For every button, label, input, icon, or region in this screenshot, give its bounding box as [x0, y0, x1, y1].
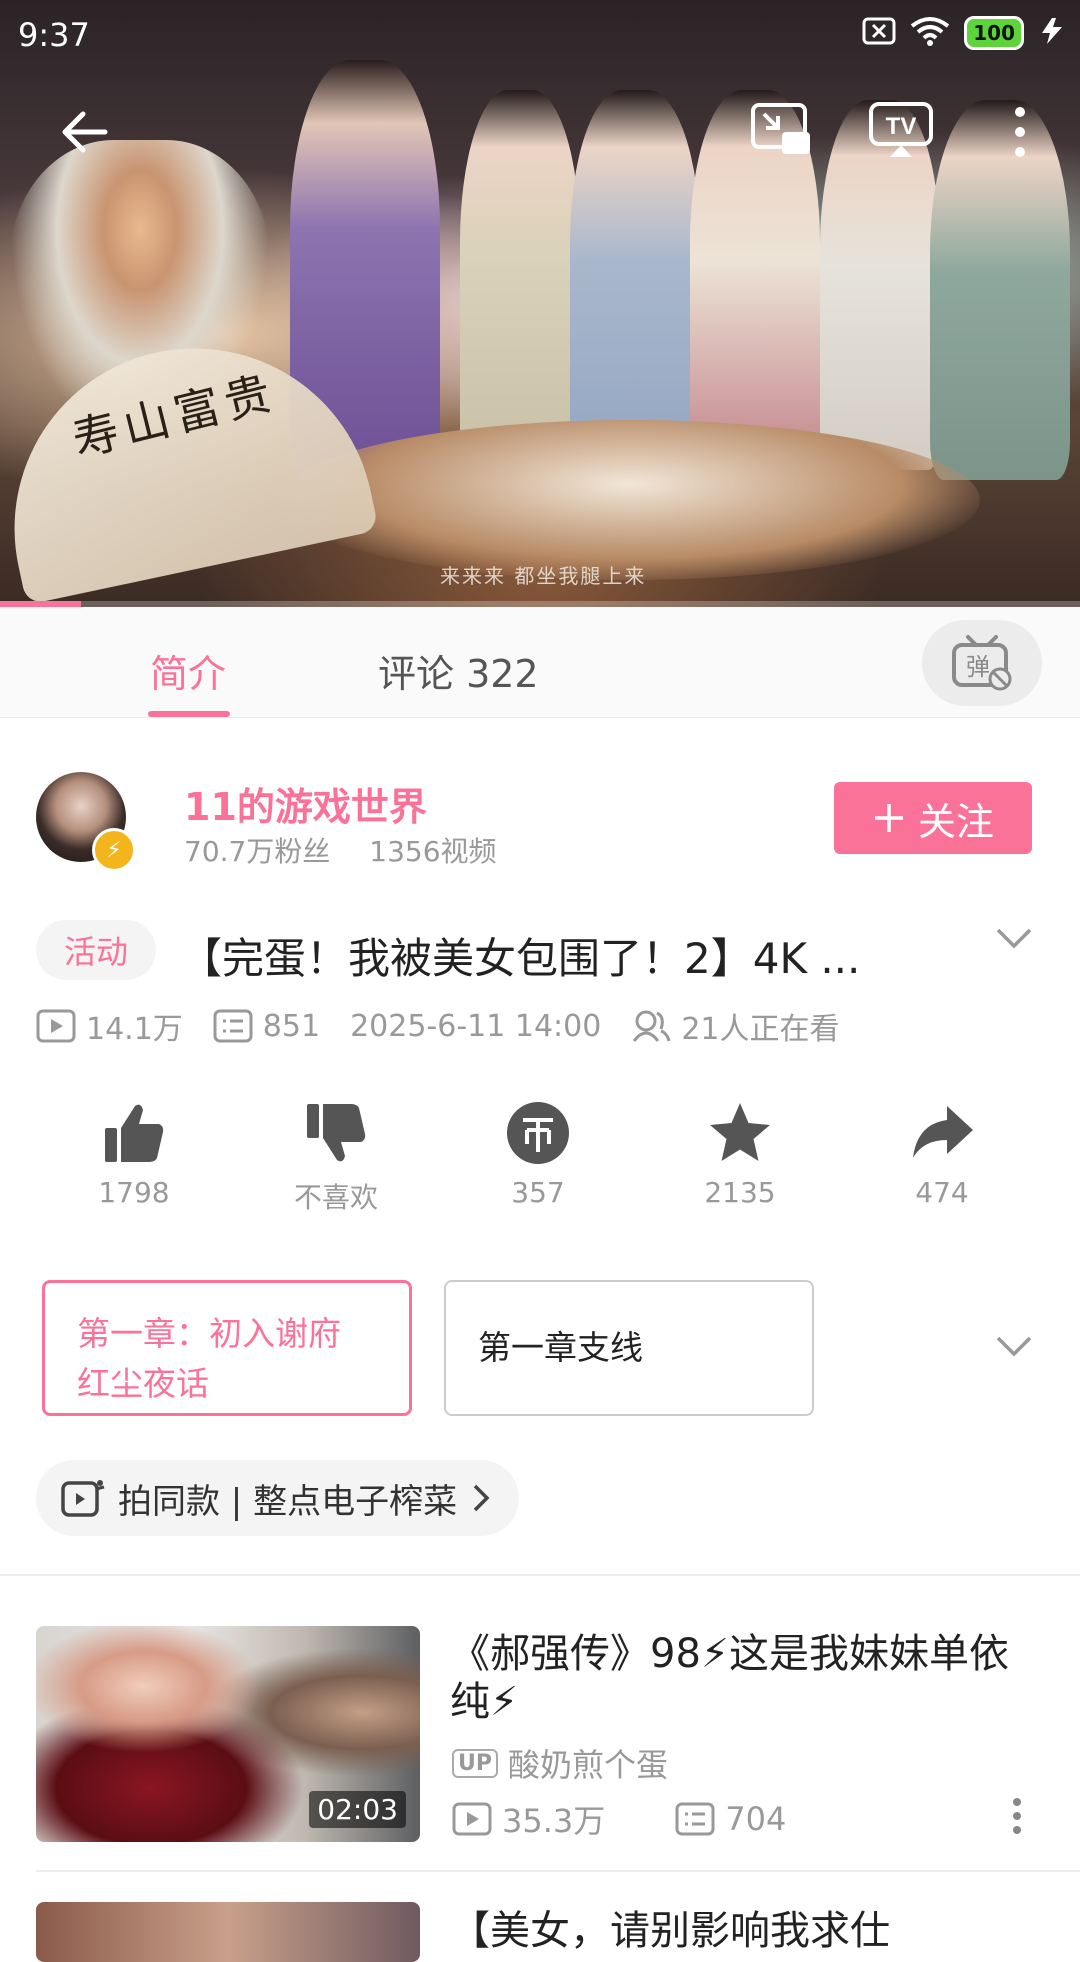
danmaku-toggle-button[interactable]: 弹	[922, 620, 1042, 706]
more-options-button[interactable]	[1004, 100, 1036, 164]
video-subtitle: 来来来 都坐我腿上来	[440, 564, 647, 588]
coin-button[interactable]: 357	[458, 1096, 618, 1209]
tab-intro[interactable]: 简介	[150, 643, 226, 698]
mini-window-button[interactable]	[748, 100, 814, 160]
video-camera-icon	[61, 1480, 105, 1517]
more-vertical-icon	[1015, 107, 1025, 157]
tab-bar: 简介 评论 322	[0, 607, 1080, 718]
charging-icon	[1038, 16, 1066, 50]
video-title: 【完蛋！我被美女包围了！2】4K ...	[180, 934, 861, 983]
viewers-icon	[633, 1010, 671, 1042]
play-count-icon	[452, 1802, 492, 1836]
recommendation-danmaku: 704	[675, 1800, 786, 1838]
favorite-button[interactable]: 2135	[660, 1096, 820, 1209]
expand-description-button[interactable]	[994, 924, 1034, 956]
tab-active-indicator	[148, 711, 230, 717]
recommendation-title[interactable]: 【美女，请别影响我求仕	[450, 1898, 890, 1956]
shoot-same-button[interactable]: 拍同款 | 整点电子榨菜	[36, 1460, 520, 1536]
play-count-icon	[36, 1009, 76, 1043]
cast-tv-button[interactable]: TV	[866, 100, 936, 160]
uploader-followers: 70.7万粉丝	[184, 835, 331, 868]
thumbs-up-icon	[105, 1104, 164, 1162]
back-arrow-icon	[62, 111, 108, 153]
video-figure	[930, 100, 1070, 480]
danmaku-count-icon	[675, 1802, 715, 1836]
video-figure	[460, 90, 580, 470]
uploader-name[interactable]: 11的游戏世界	[184, 776, 427, 831]
activity-tag[interactable]: 活动	[36, 920, 156, 980]
up-badge: UP	[452, 1748, 498, 1778]
section-divider	[0, 1574, 1080, 1576]
video-figure	[570, 90, 700, 470]
verified-badge-icon: ⚡	[92, 828, 136, 872]
svg-text:弹: 弹	[966, 653, 990, 681]
recommendation-thumbnail[interactable]: 02:03	[36, 1626, 420, 1842]
recommendation-author-name: 酸奶煎个蛋	[508, 1746, 669, 1784]
live-viewers: 21人正在看	[631, 1004, 840, 1048]
expand-episodes-button[interactable]	[994, 1332, 1034, 1364]
thumbs-down-icon	[307, 1104, 366, 1162]
chevron-down-icon	[996, 928, 1032, 949]
recommendation-views: 35.3万	[452, 1796, 605, 1842]
share-icon	[913, 1106, 973, 1158]
coin-icon	[507, 1102, 569, 1164]
shoot-same-label: 拍同款 | 整点电子榨菜	[118, 1481, 458, 1522]
recommendation-more-button[interactable]	[1010, 1796, 1024, 1840]
recommendation-title[interactable]: 《郝强传》98⚡这是我妹妹单依纯⚡	[450, 1630, 1030, 1726]
status-time: 9:37	[18, 16, 90, 54]
danmaku-off-icon: 弹	[952, 635, 1012, 691]
episode-item[interactable]: 第一章支线	[444, 1280, 814, 1416]
recommendation-author[interactable]: UP 酸奶煎个蛋	[452, 1740, 668, 1786]
tv-cast-icon: TV	[869, 102, 933, 157]
more-vertical-icon	[1013, 1798, 1021, 1834]
follow-button[interactable]: 关注	[834, 782, 1032, 854]
plus-icon	[874, 804, 903, 832]
video-meta: 14.1万 851 2025-6-11 14:00 21人正在看	[36, 1004, 870, 1048]
dislike-button[interactable]: 不喜欢	[256, 1096, 416, 1216]
video-player[interactable]: 寿山富贵 来来来 都坐我腿上来	[0, 0, 1080, 607]
back-button[interactable]	[52, 100, 116, 164]
publish-date: 2025-6-11 14:00	[350, 1008, 602, 1044]
chevron-down-icon	[996, 1336, 1032, 1357]
sim-off-icon	[862, 17, 896, 49]
status-bar: 9:37 100	[0, 0, 1080, 70]
danmaku-count: 851	[213, 1009, 320, 1044]
recommendation-thumbnail[interactable]	[36, 1902, 420, 1962]
like-button[interactable]: 1798	[54, 1096, 214, 1209]
tab-comments[interactable]: 评论 322	[378, 643, 539, 698]
danmaku-count-icon	[213, 1009, 253, 1043]
chevron-right-icon	[473, 1484, 490, 1512]
episode-item-selected[interactable]: 第一章：初入谢府 红尘夜话	[42, 1280, 412, 1416]
follow-label: 关注	[917, 799, 994, 844]
battery-indicator: 100	[964, 16, 1024, 50]
action-bar: 1798 不喜欢 357 2135 474	[36, 1096, 1044, 1226]
wifi-icon	[910, 16, 950, 50]
uploader-video-count: 1356视频	[369, 835, 497, 868]
picture-in-picture-icon	[751, 103, 810, 154]
video-duration: 02:03	[309, 1791, 406, 1828]
star-icon	[710, 1103, 770, 1161]
uploader-stats: 70.7万粉丝 1356视频	[184, 830, 527, 870]
video-table	[280, 420, 980, 580]
view-count: 14.1万	[36, 1004, 183, 1048]
list-divider	[36, 1870, 1080, 1872]
status-icons: 100	[862, 16, 1066, 50]
svg-text:TV: TV	[886, 113, 917, 140]
share-button[interactable]: 474	[862, 1096, 1022, 1209]
recommendation-stats: 35.3万 704	[452, 1796, 856, 1842]
